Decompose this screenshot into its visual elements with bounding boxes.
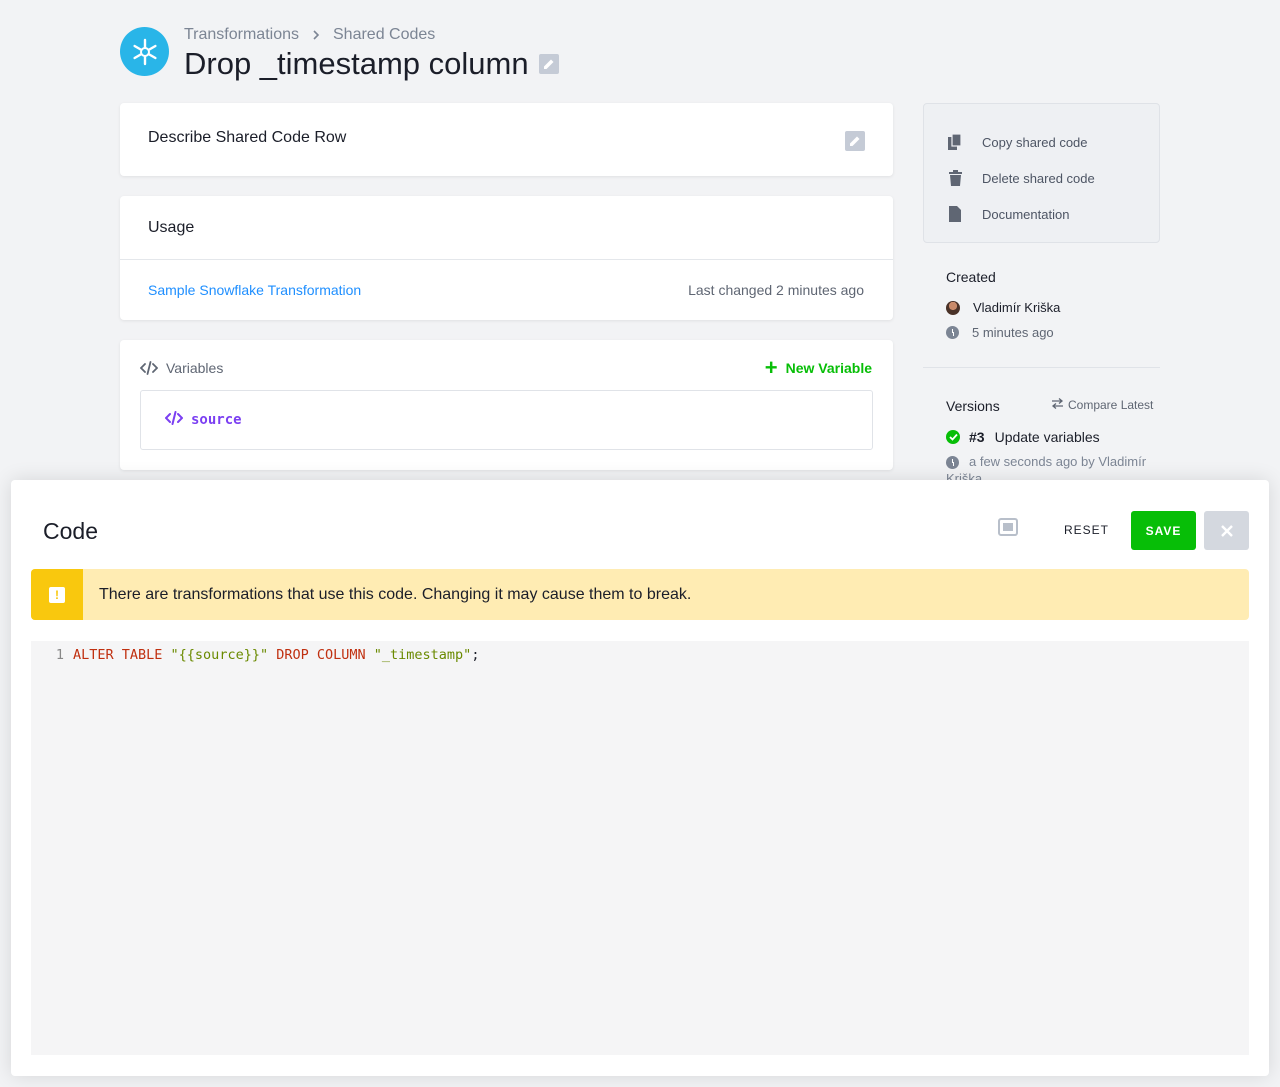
avatar bbox=[946, 300, 960, 315]
edit-description-button[interactable] bbox=[845, 131, 865, 151]
code-editor[interactable]: 1 ALTER TABLE "{{source}}" DROP COLUMN "… bbox=[31, 641, 1249, 1055]
variables-header: Variables bbox=[140, 360, 223, 376]
version-item[interactable]: #3 Update variables bbox=[946, 429, 1100, 445]
trash-icon bbox=[948, 170, 962, 186]
document-icon bbox=[948, 206, 962, 222]
actions-panel: Copy shared code Delete shared code Docu… bbox=[923, 103, 1160, 243]
close-icon bbox=[1220, 524, 1233, 537]
code-string: "_timestamp" bbox=[373, 647, 472, 663]
snowflake-logo-icon bbox=[120, 27, 169, 76]
last-changed-text: Last changed 2 minutes ago bbox=[688, 282, 864, 298]
chevron-right-icon bbox=[311, 29, 321, 41]
edit-title-button[interactable] bbox=[539, 54, 559, 74]
pencil-icon bbox=[544, 59, 554, 69]
usage-card: Usage Sample Snowflake Transformation La… bbox=[120, 196, 893, 320]
code-modal: Code RESET SAVE ! There are transformati… bbox=[11, 480, 1269, 1076]
pencil-icon bbox=[850, 136, 860, 146]
save-button[interactable]: SAVE bbox=[1131, 511, 1196, 550]
code-line: 1 ALTER TABLE "{{source}}" DROP COLUMN "… bbox=[31, 647, 480, 663]
version-number: #3 bbox=[969, 429, 985, 445]
variables-title: Variables bbox=[166, 360, 224, 376]
warning-alert: ! There are transformations that use thi… bbox=[31, 569, 1249, 620]
new-variable-button[interactable]: + New Variable bbox=[765, 357, 872, 379]
code-icon bbox=[140, 361, 158, 375]
code-keyword: DROP COLUMN bbox=[276, 647, 366, 663]
clock-icon bbox=[946, 456, 959, 470]
clock-icon bbox=[946, 326, 959, 339]
action-label: Delete shared code bbox=[982, 170, 1095, 186]
action-label: Copy shared code bbox=[982, 134, 1088, 150]
code-keyword: ALTER TABLE bbox=[73, 647, 163, 663]
page-title: Drop _timestamp column bbox=[184, 46, 529, 81]
usage-transformation-link[interactable]: Sample Snowflake Transformation bbox=[148, 282, 361, 298]
modal-title: Code bbox=[43, 518, 98, 544]
describe-label: Describe Shared Code Row bbox=[148, 129, 347, 146]
versions-title: Versions bbox=[946, 398, 1000, 414]
usage-title: Usage bbox=[148, 219, 195, 236]
breadcrumb-shared-codes[interactable]: Shared Codes bbox=[333, 26, 435, 44]
breadcrumb: Transformations Shared Codes bbox=[184, 26, 435, 44]
close-button[interactable] bbox=[1204, 511, 1249, 550]
reset-button[interactable]: RESET bbox=[1056, 518, 1117, 542]
created-user-name: Vladimír Kriška bbox=[973, 300, 1061, 315]
action-label: Documentation bbox=[982, 206, 1070, 222]
describe-card: Describe Shared Code Row bbox=[120, 103, 893, 176]
code-icon bbox=[164, 410, 184, 430]
code-punctuation: ; bbox=[471, 647, 480, 663]
compare-latest-label: Compare Latest bbox=[1068, 398, 1154, 412]
created-user: Vladimír Kriška bbox=[946, 300, 1060, 315]
copy-shared-code-action[interactable]: Copy shared code bbox=[924, 124, 1159, 160]
version-title: Update variables bbox=[994, 429, 1100, 445]
delete-shared-code-action[interactable]: Delete shared code bbox=[924, 160, 1159, 196]
divider bbox=[923, 367, 1160, 368]
plus-icon: + bbox=[764, 355, 778, 380]
variables-card: Variables + New Variable source bbox=[120, 340, 893, 470]
code-string: "{{source}}" bbox=[170, 647, 269, 663]
copy-icon bbox=[948, 134, 962, 150]
created-time: 5 minutes ago bbox=[946, 325, 1054, 340]
page-header: Transformations Shared Codes Drop _times… bbox=[120, 22, 820, 92]
compare-latest-button[interactable]: Compare Latest bbox=[1051, 398, 1153, 412]
fullscreen-icon[interactable] bbox=[998, 518, 1018, 536]
line-number: 1 bbox=[55, 647, 64, 663]
documentation-action[interactable]: Documentation bbox=[924, 196, 1159, 232]
variable-name: source bbox=[191, 412, 242, 428]
swap-icon bbox=[1051, 398, 1064, 412]
created-time-text: 5 minutes ago bbox=[972, 325, 1054, 340]
warning-icon: ! bbox=[31, 569, 83, 620]
created-title: Created bbox=[946, 269, 996, 285]
divider bbox=[120, 259, 893, 260]
new-variable-label: New Variable bbox=[785, 360, 872, 376]
check-circle-icon bbox=[946, 430, 960, 444]
breadcrumb-transformations[interactable]: Transformations bbox=[184, 26, 299, 44]
variable-item[interactable]: source bbox=[140, 390, 873, 450]
warning-text: There are transformations that use this … bbox=[99, 585, 692, 603]
